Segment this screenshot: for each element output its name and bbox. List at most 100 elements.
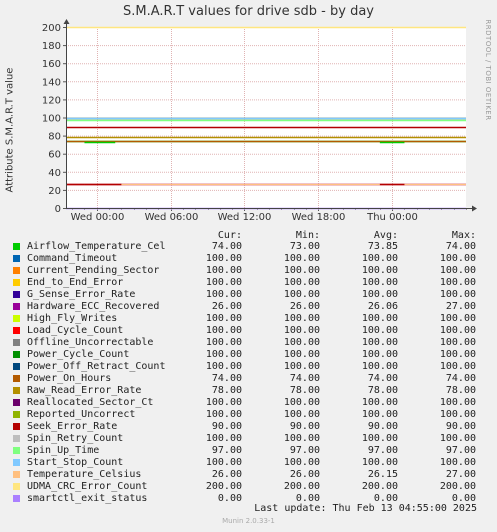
legend-value-cur: 78.00 <box>211 385 242 396</box>
y-tick-label: 200 <box>42 23 61 34</box>
legend-value-min: 73.00 <box>289 241 320 252</box>
legend-swatch <box>13 447 20 454</box>
legend-series-name: Load_Cycle_Count <box>27 325 124 336</box>
legend-swatch <box>13 459 20 466</box>
legend-header-max: Max: <box>451 230 476 241</box>
legend-value-min: 90.00 <box>289 421 320 432</box>
legend-value-max: 100.00 <box>439 265 476 276</box>
legend-swatch <box>13 411 20 418</box>
legend-swatch <box>13 399 20 406</box>
x-tick-label: Thu 00:00 <box>366 212 418 223</box>
legend-value-avg: 26.06 <box>367 301 398 312</box>
legend-value-cur: 100.00 <box>205 361 242 372</box>
legend-value-cur: 74.00 <box>211 241 242 252</box>
y-tick-label: 180 <box>42 41 61 52</box>
legend-value-min: 100.00 <box>283 289 320 300</box>
legend-header-min: Min: <box>295 230 320 241</box>
x-tick-label: Wed 18:00 <box>292 212 346 223</box>
legend-row: Current_Pending_Sector 100.00 100.00 100.00… <box>0 265 497 277</box>
legend-series-name: Hardware_ECC_Recovered <box>27 301 160 312</box>
legend-swatch <box>13 279 20 286</box>
legend-value-avg: 100.00 <box>361 265 398 276</box>
legend-row: Offline_Uncorrectable 100.00 100.00 100.00 1… <box>0 337 497 349</box>
legend-swatch <box>13 375 20 382</box>
y-tick-label: 80 <box>48 132 61 143</box>
legend-value-max: 100.00 <box>439 433 476 444</box>
legend-series-name: Power_Off_Retract_Count <box>27 361 166 372</box>
legend-value-max: 100.00 <box>439 253 476 264</box>
legend-swatch <box>13 387 20 394</box>
legend-value-cur: 74.00 <box>211 373 242 384</box>
legend-value-cur: 97.00 <box>211 445 242 456</box>
legend-value-min: 78.00 <box>289 385 320 396</box>
legend-row: Hardware_ECC_Recovered 26.00 26.00 26.06 27.… <box>0 301 497 313</box>
legend-swatch <box>13 423 20 430</box>
legend-swatch <box>13 303 20 310</box>
legend-value-max: 78.00 <box>445 385 476 396</box>
legend-series-name: Current_Pending_Sector <box>27 265 160 276</box>
y-tick-label: 20 <box>48 186 61 197</box>
legend-value-avg: 100.00 <box>361 361 398 372</box>
legend-row: Start_Stop_Count 100.00 100.00 100.00 100.00 <box>0 457 497 469</box>
legend-swatch <box>13 483 20 490</box>
legend-value-max: 100.00 <box>439 313 476 324</box>
legend-series-name: High_Fly_Writes <box>27 313 118 324</box>
legend-swatch <box>13 363 20 370</box>
legend-value-max: 100.00 <box>439 337 476 348</box>
legend-value-cur: 200.00 <box>205 481 242 492</box>
legend-value-max: 100.00 <box>439 349 476 360</box>
legend-value-min: 100.00 <box>283 337 320 348</box>
legend-row: G_Sense_Error_Rate 100.00 100.00 100.00 100.… <box>0 289 497 301</box>
legend-value-avg: 74.00 <box>367 373 398 384</box>
legend-value-avg: 100.00 <box>361 277 398 288</box>
legend-row: Command_Timeout 100.00 100.00 100.00 100.00 <box>0 253 497 265</box>
legend-value-cur: 100.00 <box>205 277 242 288</box>
legend-value-avg: 100.00 <box>361 325 398 336</box>
legend-series-name: Seek_Error_Rate <box>27 421 118 432</box>
legend-series-name: Reallocated_Sector_Ct <box>27 397 154 408</box>
legend-series-name: UDMA_CRC_Error_Count <box>27 481 148 492</box>
legend-value-avg: 200.00 <box>361 481 398 492</box>
legend-value-cur: 100.00 <box>205 349 242 360</box>
legend-swatch <box>13 267 20 274</box>
legend-swatch <box>13 339 20 346</box>
x-tick-label: Wed 00:00 <box>71 212 125 223</box>
legend-value-cur: 26.00 <box>211 469 242 480</box>
legend-value-max: 74.00 <box>445 241 476 252</box>
legend-value-cur: 100.00 <box>205 253 242 264</box>
legend-value-min: 100.00 <box>283 325 320 336</box>
legend-value-max: 97.00 <box>445 445 476 456</box>
legend-series-name: Airflow_Temperature_Cel <box>27 241 166 252</box>
legend-value-min: 74.00 <box>289 373 320 384</box>
legend-value-min: 100.00 <box>283 457 320 468</box>
legend-row: UDMA_CRC_Error_Count 200.00 200.00 200.00 20… <box>0 481 497 493</box>
legend-swatch <box>13 291 20 298</box>
legend-value-min: 26.00 <box>289 469 320 480</box>
legend-value-cur: 100.00 <box>205 337 242 348</box>
legend-value-max: 100.00 <box>439 457 476 468</box>
legend-value-min: 100.00 <box>283 397 320 408</box>
legend-value-min: 100.00 <box>283 361 320 372</box>
last-update: Last update: Thu Feb 13 04:55:00 2025 <box>254 503 477 514</box>
y-tick-label: 60 <box>48 150 61 161</box>
y-axis-arrow <box>63 19 70 24</box>
legend-series-name: Start_Stop_Count <box>27 457 124 468</box>
legend-row: Power_Cycle_Count 100.00 100.00 100.00 100.0… <box>0 349 497 361</box>
legend-value-max: 100.00 <box>439 397 476 408</box>
legend-value-min: 26.00 <box>289 301 320 312</box>
chart-area: 0 20 40 60 80 100 120 140 160 180 200 Wed 00:00 Wed … <box>42 19 477 223</box>
munin-version: Munin 2.0.33-1 <box>222 517 275 525</box>
legend-value-max: 90.00 <box>445 421 476 432</box>
legend-value-avg: 100.00 <box>361 313 398 324</box>
y-tick-label: 40 <box>48 168 61 179</box>
legend-series-name: Offline_Uncorrectable <box>27 337 154 348</box>
legend-value-avg: 78.00 <box>367 385 398 396</box>
legend-row: Seek_Error_Rate 90.00 90.00 90.00 90.00 <box>0 421 497 433</box>
legend-swatch <box>13 351 20 358</box>
legend-value-cur: 100.00 <box>205 433 242 444</box>
legend-value-min: 100.00 <box>283 409 320 420</box>
legend-value-max: 100.00 <box>439 289 476 300</box>
legend-row: Raw_Read_Error_Rate 78.00 78.00 78.00 78.00 <box>0 385 497 397</box>
legend-swatch <box>13 327 20 334</box>
legend-value-avg: 100.00 <box>361 337 398 348</box>
